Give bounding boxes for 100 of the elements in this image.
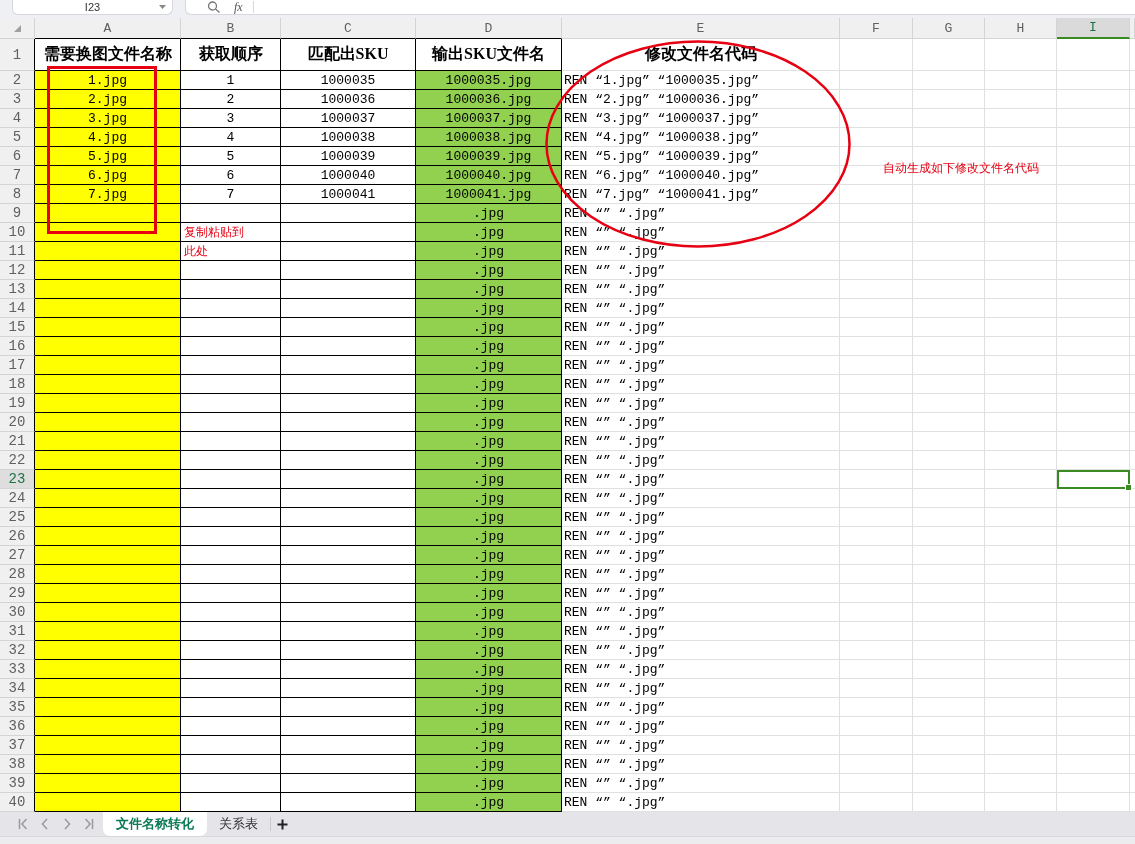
chevron-right-icon (62, 818, 72, 830)
table-cell: REN “” “.jpg” (562, 755, 840, 774)
table-cell: REN “” “.jpg” (562, 318, 840, 337)
row-header[interactable]: 34 (0, 679, 35, 698)
table-cell: .jpg (416, 508, 562, 527)
row-header[interactable]: 40 (0, 793, 35, 812)
row-header[interactable]: 35 (0, 698, 35, 717)
table-cell: REN “3.jpg” “1000037.jpg” (562, 109, 840, 128)
function-button[interactable]: fx (234, 1, 243, 13)
row-header[interactable]: 28 (0, 565, 35, 584)
column-header[interactable]: A (35, 18, 181, 39)
table-cell: REN “” “.jpg” (562, 242, 840, 261)
select-all-icon[interactable] (13, 24, 21, 32)
row-header[interactable]: 27 (0, 546, 35, 565)
row-header[interactable]: 4 (0, 109, 35, 128)
column-header[interactable]: C (281, 18, 416, 39)
column-header[interactable]: F (840, 18, 913, 39)
table-cell: .jpg (416, 546, 562, 565)
table-cell: .jpg (416, 584, 562, 603)
row-header[interactable]: 12 (0, 261, 35, 280)
table-cell: REN “” “.jpg” (562, 356, 840, 375)
row-header[interactable]: 16 (0, 337, 35, 356)
row-header[interactable]: 2 (0, 71, 35, 90)
row-header[interactable]: 39 (0, 774, 35, 793)
table-cell: 1000036.jpg (416, 90, 562, 109)
row-header[interactable]: 25 (0, 508, 35, 527)
table-cell: 1000041.jpg (416, 185, 562, 204)
name-box[interactable]: I23 (12, 0, 173, 15)
table-cell: .jpg (416, 774, 562, 793)
table-cell: REN “” “.jpg” (562, 451, 840, 470)
column-header[interactable]: B (181, 18, 281, 39)
row-header[interactable]: 19 (0, 394, 35, 413)
row-header[interactable]: 26 (0, 527, 35, 546)
search-icon[interactable] (207, 1, 220, 13)
row-header[interactable]: 22 (0, 451, 35, 470)
table-cell: REN “” “.jpg” (562, 223, 840, 242)
row-header[interactable]: 15 (0, 318, 35, 337)
row-header[interactable]: 17 (0, 356, 35, 375)
table-cell: .jpg (416, 527, 562, 546)
table-cell: REN “5.jpg” “1000039.jpg” (562, 147, 840, 166)
row-header[interactable]: 23 (0, 470, 35, 489)
row-header[interactable]: 21 (0, 432, 35, 451)
row-header[interactable]: 30 (0, 603, 35, 622)
table-cell: REN “” “.jpg” (562, 337, 840, 356)
column-header[interactable]: E (562, 18, 840, 39)
chevron-left-icon (40, 818, 50, 830)
table-cell: REN “” “.jpg” (562, 394, 840, 413)
table-cell: REN “” “.jpg” (562, 698, 840, 717)
chevron-bar-right-icon (84, 818, 94, 830)
sheet-tab[interactable]: 关系表 (207, 812, 270, 836)
row-header[interactable]: 36 (0, 717, 35, 736)
row-header[interactable]: 33 (0, 660, 35, 679)
table-cell: .jpg (416, 793, 562, 812)
row-header[interactable]: 1 (0, 39, 35, 71)
table-cell: 1.jpg (35, 71, 181, 90)
table-cell: .jpg (416, 755, 562, 774)
row-header[interactable]: 7 (0, 166, 35, 185)
column-header[interactable]: I (1057, 18, 1130, 39)
row-header[interactable]: 6 (0, 147, 35, 166)
table-cell: .jpg (416, 375, 562, 394)
row-header[interactable]: 10 (0, 223, 35, 242)
row-header[interactable]: 38 (0, 755, 35, 774)
table-cell: .jpg (416, 223, 562, 242)
column-header[interactable]: G (913, 18, 985, 39)
column-header[interactable] (1130, 18, 1135, 39)
fill-handle[interactable] (1125, 484, 1132, 491)
row-header[interactable]: 20 (0, 413, 35, 432)
table-cell: .jpg (416, 280, 562, 299)
table-cell: REN “6.jpg” “1000040.jpg” (562, 166, 840, 185)
table-cell: .jpg (416, 204, 562, 223)
column-header[interactable]: H (985, 18, 1057, 39)
row-header[interactable]: 13 (0, 280, 35, 299)
row-header[interactable]: 14 (0, 299, 35, 318)
plus-icon (277, 818, 288, 830)
row-header[interactable]: 18 (0, 375, 35, 394)
table-cell: 1000039.jpg (416, 147, 562, 166)
table-cell: .jpg (416, 679, 562, 698)
active-cell[interactable] (1057, 470, 1130, 489)
table-cell: .jpg (416, 242, 562, 261)
annotation-note: 复制粘贴到此处 (184, 224, 245, 260)
row-header[interactable]: 32 (0, 641, 35, 660)
annotation-note: 自动生成如下修改文件名代码 (883, 161, 1039, 176)
row-header[interactable]: 29 (0, 584, 35, 603)
chevron-bar-left-icon (18, 818, 28, 830)
table-cell: .jpg (416, 432, 562, 451)
formula-bar[interactable]: fx (185, 0, 1135, 15)
row-header[interactable]: 8 (0, 185, 35, 204)
table-cell: 1000038.jpg (416, 128, 562, 147)
row-header[interactable]: 37 (0, 736, 35, 755)
table-cell: 5.jpg (35, 147, 181, 166)
table-cell: REN “” “.jpg” (562, 717, 840, 736)
row-header[interactable]: 3 (0, 90, 35, 109)
row-header[interactable]: 9 (0, 204, 35, 223)
row-header[interactable]: 31 (0, 622, 35, 641)
row-header[interactable]: 24 (0, 489, 35, 508)
row-header[interactable]: 5 (0, 128, 35, 147)
row-header[interactable]: 11 (0, 242, 35, 261)
table-cell: REN “” “.jpg” (562, 584, 840, 603)
sheet-tab[interactable]: 文件名称转化 (103, 812, 207, 836)
column-header[interactable]: D (416, 18, 562, 39)
